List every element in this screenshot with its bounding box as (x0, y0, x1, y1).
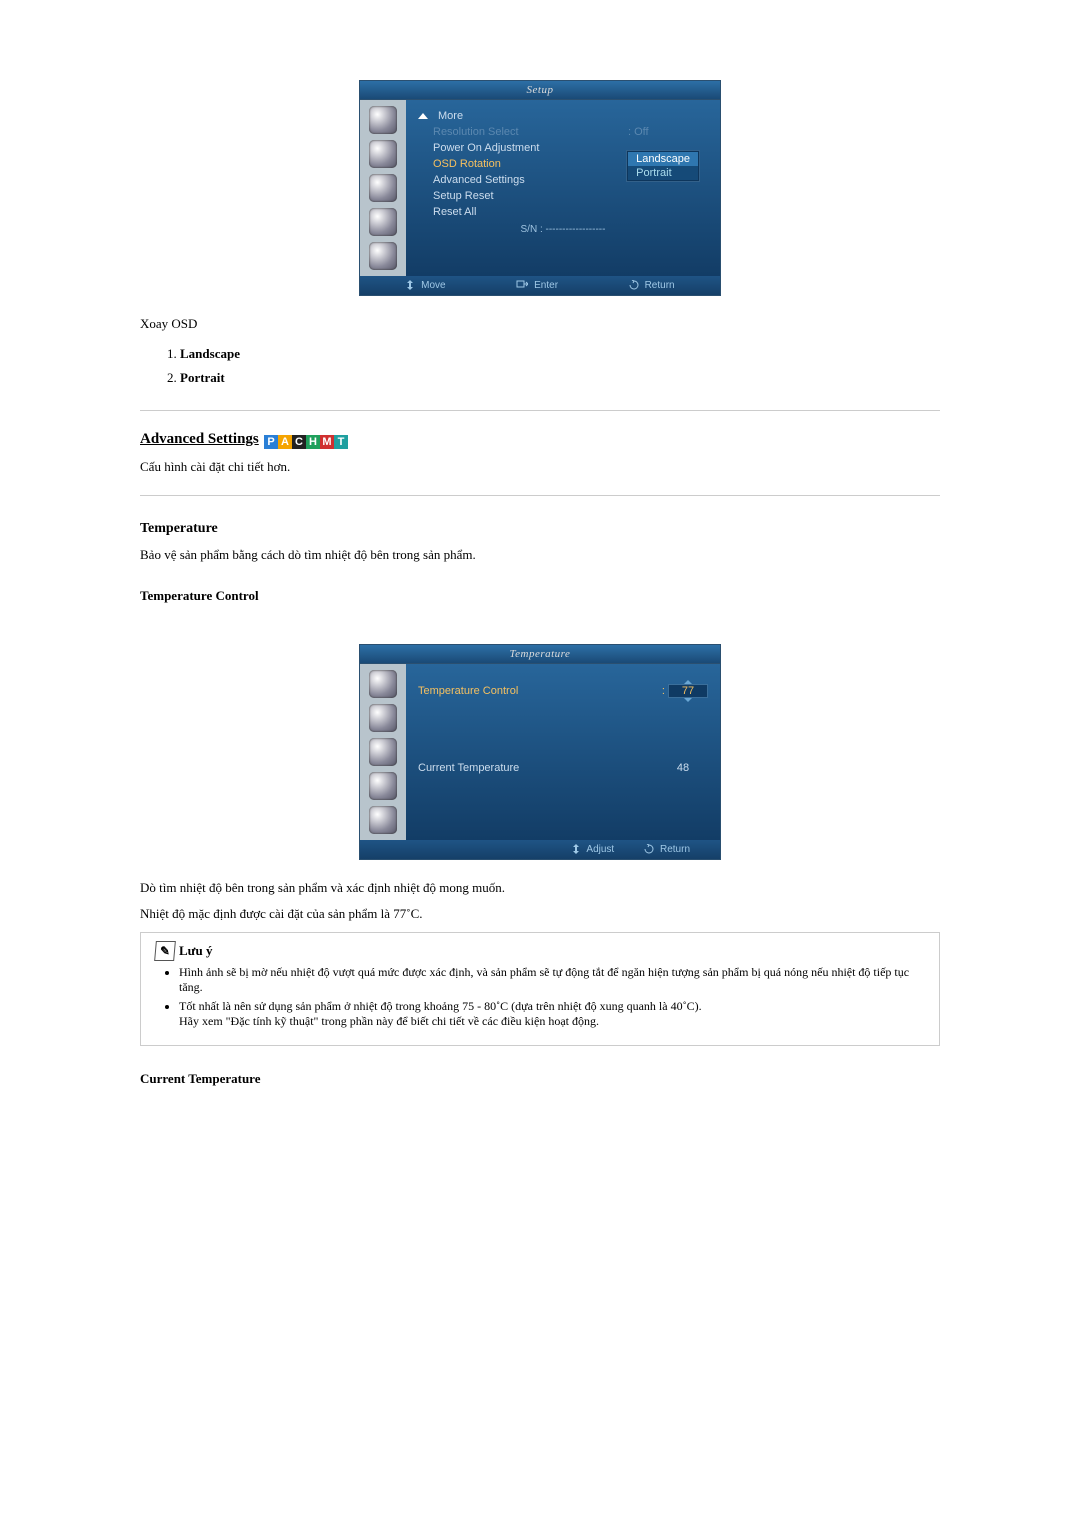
temperature-control-heading: Temperature Control (140, 588, 940, 604)
sound-icon (369, 738, 397, 766)
letter-m-icon: M (320, 435, 334, 449)
current-temp-value: 48 (658, 762, 708, 774)
temperature-heading: Temperature (140, 521, 940, 537)
osd-setup-panel: Setup More Resolution Select : Off (359, 80, 721, 296)
multi-icon (369, 242, 397, 270)
menu-setup-reset[interactable]: Setup Reset (418, 188, 708, 204)
picture-icon (369, 140, 397, 168)
menu-value: : Off (628, 126, 708, 138)
setup-icon (369, 208, 397, 236)
note-bullet: Tốt nhất là nên sử dụng sản phẩm ở nhiệt… (179, 999, 925, 1029)
menu-label: More (438, 110, 708, 122)
osd-footer: Move Enter Return (360, 276, 720, 295)
osd-footer: Adjust Return (360, 840, 720, 859)
list-item: Landscape (180, 342, 940, 366)
menu-label: Temperature Control (418, 685, 662, 697)
input-icon (369, 670, 397, 698)
input-icon (369, 106, 397, 134)
letter-c-icon: C (292, 435, 306, 449)
setup-icon (369, 772, 397, 800)
mode-letters: P A C H M T (264, 435, 348, 449)
xoay-osd-text: Xoay OSD (140, 316, 940, 332)
letter-h-icon: H (306, 435, 320, 449)
list-item: Portrait (180, 366, 940, 390)
osd-rotation-submenu: Landscape Portrait (626, 150, 700, 182)
osd-sidebar (360, 664, 406, 840)
note-heading: ✎ Lưu ý (155, 941, 925, 961)
rotation-options-list: Landscape Portrait (180, 342, 940, 390)
pencil-icon: ✎ (154, 941, 176, 961)
sound-icon (369, 174, 397, 202)
menu-label: Reset All (433, 206, 708, 218)
menu-label: Setup Reset (433, 190, 708, 202)
current-temperature-heading: Current Temperature (140, 1071, 940, 1087)
menu-reset-all[interactable]: Reset All (418, 204, 708, 220)
submenu-portrait[interactable]: Portrait (628, 166, 698, 180)
advanced-settings-heading-row: Advanced Settings P A C H M T (140, 431, 940, 449)
letter-t-icon: T (334, 435, 348, 449)
footer-return: Return (629, 280, 675, 291)
menu-more[interactable]: More (418, 108, 708, 124)
menu-current-temperature: Current Temperature 48 (418, 760, 708, 776)
temperature-value-box[interactable]: 77 (668, 684, 708, 698)
note-title: Lưu ý (179, 943, 212, 959)
footer-enter: Enter (516, 280, 558, 291)
divider (140, 495, 940, 496)
multi-icon (369, 806, 397, 834)
advanced-settings-desc: Cấu hình cài đặt chi tiết hơn. (140, 459, 940, 475)
menu-label: Resolution Select (433, 126, 628, 138)
menu-label: Current Temperature (418, 762, 658, 774)
letter-a-icon: A (278, 435, 292, 449)
menu-label: OSD Rotation (433, 158, 628, 170)
menu-resolution-select[interactable]: Resolution Select : Off (418, 124, 708, 140)
note-bullet: Hình ảnh sẽ bị mờ nếu nhiệt độ vượt quá … (179, 965, 925, 995)
menu-temperature-control[interactable]: Temperature Control : 77 (418, 682, 708, 700)
picture-icon (369, 704, 397, 732)
footer-return: Return (644, 844, 690, 855)
serial-number: S/N : ------------------ (418, 224, 708, 235)
temperature-desc: Bảo vệ sản phẩm bằng cách dò tìm nhiệt đ… (140, 547, 940, 563)
osd-title: Temperature (360, 645, 720, 664)
temp-detect-desc: Dò tìm nhiệt độ bên trong sản phẩm và xá… (140, 880, 940, 896)
submenu-landscape[interactable]: Landscape (628, 152, 698, 166)
arrow-up-icon (418, 113, 428, 119)
divider (140, 410, 940, 411)
letter-p-icon: P (264, 435, 278, 449)
osd-title: Setup (360, 81, 720, 100)
osd-sidebar (360, 100, 406, 276)
note-box: ✎ Lưu ý Hình ảnh sẽ bị mờ nếu nhiệt độ v… (140, 932, 940, 1046)
footer-adjust: Adjust (571, 844, 614, 855)
footer-move: Move (405, 280, 445, 291)
advanced-settings-heading: Advanced Settings (140, 431, 259, 448)
temp-default-desc: Nhiệt độ mặc định được cài đặt của sản p… (140, 906, 940, 922)
osd-temperature-panel: Temperature Temperature Control : 77 Cur… (359, 644, 721, 860)
